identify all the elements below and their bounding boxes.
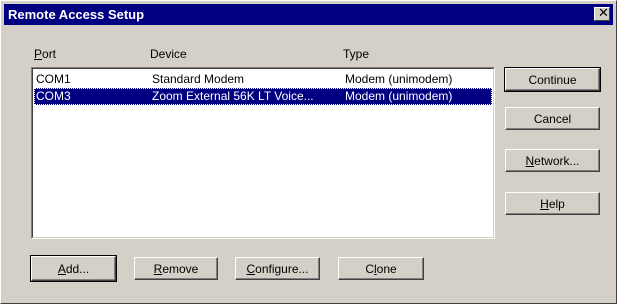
port-list[interactable]: COM1 Standard Modem Modem (unimodem) COM…	[31, 67, 495, 239]
device-cell: Zoom External 56K LT Voice...	[152, 89, 314, 103]
help-button[interactable]: Help	[505, 192, 600, 215]
port-cell: COM3	[36, 89, 71, 103]
dialog-title: Remote Access Setup	[8, 7, 145, 22]
port-cell: COM1	[36, 72, 71, 86]
column-header-port: Port	[34, 47, 57, 61]
column-header-type: Type	[343, 47, 370, 61]
list-item-com3[interactable]: COM3 Zoom External 56K LT Voice... Modem…	[34, 88, 492, 105]
network-button[interactable]: Network...	[505, 149, 600, 172]
clone-button[interactable]: Clone	[338, 257, 424, 280]
continue-button[interactable]: Continue	[504, 67, 601, 92]
type-cell: Modem (unimodem)	[345, 72, 453, 86]
cancel-button[interactable]: Cancel	[505, 107, 600, 130]
remove-button[interactable]: Remove	[134, 257, 218, 280]
device-cell: Standard Modem	[152, 72, 245, 86]
configure-button[interactable]: Configure...	[235, 257, 320, 280]
add-button[interactable]: Add...	[30, 255, 117, 282]
close-icon: ✕	[598, 6, 609, 21]
title-bar[interactable]: Remote Access Setup ✕	[4, 4, 613, 25]
remote-access-setup-dialog: Remote Access Setup ✕ Port Device Type C…	[0, 0, 617, 304]
list-item-com1[interactable]: COM1 Standard Modem Modem (unimodem)	[34, 71, 492, 88]
close-button[interactable]: ✕	[594, 6, 610, 21]
column-header-device: Device	[150, 47, 187, 61]
type-cell: Modem (unimodem)	[345, 89, 453, 103]
